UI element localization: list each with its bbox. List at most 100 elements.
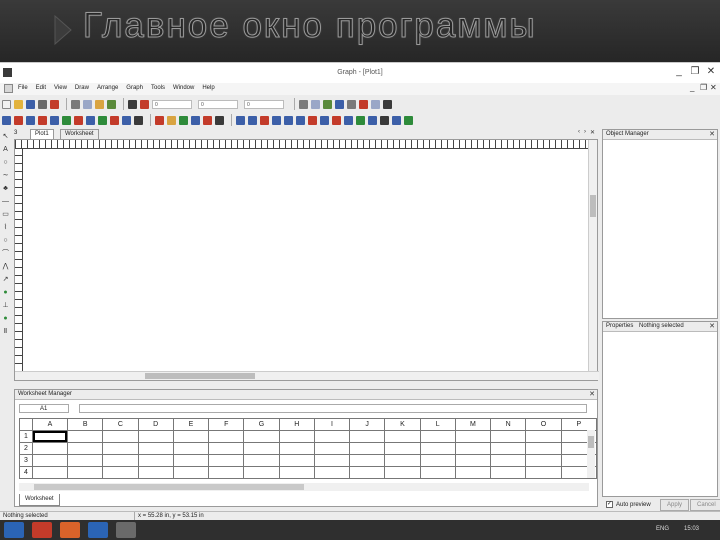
grid-cell[interactable] — [208, 430, 245, 443]
grid-cell[interactable] — [278, 430, 315, 443]
grid-cell[interactable] — [208, 442, 245, 455]
menu-view[interactable]: View — [54, 85, 67, 91]
grid-cell[interactable] — [490, 442, 527, 455]
column-header[interactable]: J — [349, 418, 386, 431]
plot-icon[interactable] — [74, 115, 83, 125]
grid-cell[interactable] — [490, 454, 527, 467]
plot-icon[interactable] — [179, 115, 188, 125]
scroll-thumb[interactable] — [145, 373, 255, 379]
grid-cell[interactable] — [384, 442, 421, 455]
grid-cell[interactable] — [137, 454, 174, 467]
grid-cell[interactable] — [313, 466, 351, 479]
grid-cell[interactable] — [384, 430, 421, 443]
grid-cell[interactable] — [349, 442, 386, 455]
front-icon[interactable] — [371, 99, 380, 109]
plot-icon[interactable] — [296, 115, 305, 125]
grid-cell[interactable] — [31, 442, 69, 455]
plot-icon[interactable] — [167, 115, 176, 125]
plot-icon[interactable] — [260, 115, 269, 125]
plot-icon[interactable] — [191, 115, 200, 125]
mdi-minimize-button[interactable]: _ — [690, 83, 694, 92]
undo-icon[interactable] — [50, 99, 59, 109]
grid-cell[interactable] — [31, 466, 69, 479]
row-header[interactable]: 1 — [19, 430, 33, 443]
plot-icon[interactable] — [284, 115, 293, 125]
grid-cell[interactable] — [102, 430, 139, 443]
clock[interactable]: 15:03 — [684, 526, 699, 532]
legend-icon[interactable] — [335, 99, 344, 109]
plot-icon[interactable] — [404, 115, 413, 125]
row-header[interactable]: 3 — [19, 454, 33, 467]
grid-cell[interactable] — [67, 430, 104, 443]
paste-icon[interactable] — [95, 99, 104, 109]
plot-icon[interactable] — [356, 115, 365, 125]
column-header[interactable]: A — [31, 418, 69, 431]
tab-close-button[interactable]: ✕ — [590, 129, 595, 136]
plot-icon[interactable] — [14, 115, 23, 125]
close-button[interactable]: ✕ — [704, 66, 718, 78]
grid-cell[interactable] — [525, 454, 562, 467]
grid-cell[interactable] — [419, 454, 456, 467]
grid-cell[interactable] — [67, 442, 104, 455]
tab-scroll-left-icon[interactable]: ‹ — [578, 129, 580, 135]
column-header[interactable]: N — [490, 418, 527, 431]
grid-cell[interactable] — [102, 454, 139, 467]
grid-cell[interactable] — [490, 466, 527, 479]
plot-icon[interactable] — [110, 115, 119, 125]
grid-cell[interactable] — [67, 466, 104, 479]
pointer-icon[interactable]: ↖ — [1, 132, 10, 141]
auto-preview-toggle[interactable]: ✓ Auto preview — [606, 501, 651, 508]
plot-icon[interactable] — [368, 115, 377, 125]
grid-cell[interactable] — [137, 430, 174, 443]
plot-icon[interactable] — [236, 115, 245, 125]
column-header[interactable]: E — [172, 418, 210, 431]
redo-icon[interactable] — [107, 99, 116, 109]
grid-cell[interactable] — [419, 466, 456, 479]
ellipse-icon[interactable]: ○ — [1, 236, 10, 245]
grid-cell[interactable] — [172, 442, 210, 455]
grid-cell[interactable] — [137, 466, 174, 479]
menu-arrange[interactable]: Arrange — [97, 85, 118, 91]
grid-cell[interactable] — [525, 442, 562, 455]
column-header[interactable]: K — [384, 418, 421, 431]
menu-file[interactable]: File — [18, 85, 28, 91]
start-icon[interactable] — [4, 522, 24, 538]
column-icon[interactable]: Ⅱ — [1, 327, 10, 336]
column-header[interactable]: P — [560, 418, 598, 431]
text-icon[interactable]: A — [1, 145, 10, 154]
column-header[interactable]: C — [102, 418, 139, 431]
horizontal-scrollbar[interactable] — [15, 371, 599, 380]
menu-tools[interactable]: Tools — [151, 85, 165, 91]
ungroup-icon[interactable] — [359, 99, 368, 109]
column-header[interactable]: O — [525, 418, 562, 431]
save-icon[interactable] — [26, 99, 35, 109]
cancel-button[interactable]: Cancel — [690, 499, 720, 511]
column-header[interactable]: B — [67, 418, 104, 431]
menu-draw[interactable]: Draw — [75, 85, 89, 91]
rectangle-icon[interactable]: ▭ — [1, 210, 10, 219]
column-header[interactable]: D — [137, 418, 174, 431]
grid-cell[interactable] — [313, 454, 351, 467]
plot-icon[interactable] — [98, 115, 107, 125]
plot-icon[interactable] — [344, 115, 353, 125]
align-icon[interactable] — [299, 99, 308, 109]
scroll-thumb[interactable] — [588, 436, 594, 448]
grid-cell[interactable] — [172, 430, 210, 443]
grid-cell[interactable] — [102, 466, 139, 479]
grid-cell[interactable] — [454, 430, 492, 443]
symbol-icon[interactable]: ● — [1, 288, 10, 297]
grid-cell[interactable] — [525, 430, 562, 443]
grid-cell[interactable] — [384, 466, 421, 479]
menu-graph[interactable]: Graph — [126, 85, 143, 91]
grid-cell[interactable] — [349, 466, 386, 479]
row-header[interactable]: 4 — [19, 466, 33, 479]
worksheet-tab[interactable]: Worksheet — [19, 494, 60, 506]
grid-cell[interactable] — [208, 454, 245, 467]
zoom-icon[interactable] — [128, 99, 137, 109]
grid-cell[interactable] — [454, 442, 492, 455]
line-width-field[interactable]: 0 — [152, 99, 192, 109]
explorer-icon[interactable] — [88, 522, 108, 538]
scroll-thumb[interactable] — [34, 484, 304, 490]
plot-icon[interactable] — [320, 115, 329, 125]
vertical-scrollbar[interactable] — [588, 140, 597, 372]
